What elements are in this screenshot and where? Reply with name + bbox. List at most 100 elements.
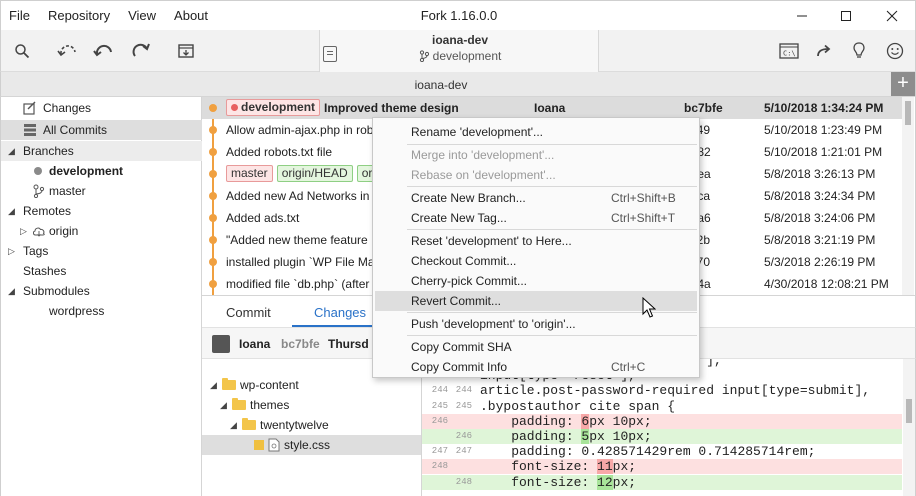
sidebar-section-tags[interactable]: ▷ Tags	[1, 241, 202, 261]
search-button[interactable]	[9, 38, 35, 64]
menu-item-create-branch[interactable]: Create New Branch... Ctrl+Shift+B	[375, 188, 697, 208]
commit-message: master origin/HEAD or	[226, 163, 381, 185]
close-button[interactable]	[869, 1, 915, 31]
sidebar-item-submodule-wordpress[interactable]: wordpress	[1, 301, 202, 321]
folder-icon	[232, 398, 246, 410]
push-button[interactable]	[127, 38, 153, 64]
menu-item-create-tag[interactable]: Create New Tag... Ctrl+Shift+T	[375, 208, 697, 228]
sidebar-item-changes[interactable]: Changes	[1, 98, 202, 118]
sidebar: Changes All Commits ◢ Branches developme…	[0, 97, 202, 496]
pull-button[interactable]	[91, 38, 117, 64]
menu-item-reset[interactable]: Reset 'development' to Here...	[375, 231, 697, 251]
repository-selector[interactable]: ioana-dev development	[319, 30, 599, 72]
tree-label: themes	[250, 398, 290, 412]
commit-message-text: "Added new theme feature	[226, 233, 368, 247]
sidebar-label-development: development	[49, 164, 124, 178]
branch-icon	[33, 184, 45, 198]
sidebar-label-branches: Branches	[23, 144, 74, 158]
commit-message-text: Allow admin-ajax.php in rob	[226, 123, 374, 137]
sidebar-section-branches[interactable]: ◢ Branches	[1, 141, 202, 161]
push-icon	[132, 43, 150, 57]
sidebar-item-remote-origin[interactable]: ▷ origin	[1, 221, 202, 241]
commit-context-menu: Rename 'development'... Merge into 'deve…	[372, 117, 700, 378]
avatar	[212, 335, 230, 353]
commit-sha: bc7bfe	[684, 101, 723, 115]
current-branch-dot-icon	[231, 104, 238, 111]
tree-label: twentytwelve	[260, 418, 329, 432]
diff-code-part: px 10px;	[589, 413, 652, 429]
tree-folder-twentytwelve[interactable]: ◢ twentytwelve	[202, 415, 422, 435]
stash-button[interactable]	[173, 38, 199, 64]
terminal-button[interactable]: C:\	[776, 38, 802, 64]
commit-message: Added robots.txt file	[226, 141, 332, 163]
menu-item-cherry-pick[interactable]: Cherry-pick Commit...	[375, 271, 697, 291]
branch-tag[interactable]: development	[226, 99, 321, 116]
title-bar: File Repository View About Fork 1.16.0.0	[0, 0, 916, 30]
diff-scrollbar[interactable]	[903, 359, 915, 496]
tree-file-style-css[interactable]: style.css	[202, 435, 421, 455]
commit-date: 5/3/2018 2:26:19 PM	[764, 255, 876, 269]
commit-date: Thursd	[328, 337, 369, 351]
commit-sha[interactable]: bc7bfe	[281, 337, 320, 351]
diff-code: padding: 0.428571429rem 0.714285714rem;	[480, 444, 816, 460]
tab-changes[interactable]: Changes	[314, 305, 366, 320]
open-in-button[interactable]	[811, 38, 837, 64]
collapse-triangle-icon: ◢	[220, 400, 227, 410]
sidebar-section-submodules[interactable]: ◢ Submodules	[1, 281, 202, 301]
commit-row[interactable]: development Improved theme design Ioana bc7…	[202, 97, 902, 119]
notifications-button[interactable]	[846, 38, 872, 64]
commit-list-scrollbar[interactable]	[902, 97, 914, 295]
minimize-button[interactable]	[779, 1, 825, 31]
scrollbar-thumb[interactable]	[906, 399, 912, 423]
collapse-triangle-icon: ◢	[8, 206, 15, 216]
old-line-number: 248	[431, 461, 448, 472]
tree-folder-themes[interactable]: ◢ themes	[202, 395, 422, 415]
maximize-button[interactable]	[823, 1, 869, 31]
branch-tag[interactable]: origin/HEAD	[276, 165, 353, 182]
diff-highlight: 11	[597, 459, 613, 475]
menu-item-checkout[interactable]: Checkout Commit...	[375, 251, 697, 271]
sidebar-section-stashes[interactable]: Stashes	[1, 261, 202, 281]
branch-tag-label: development	[241, 100, 316, 114]
tree-folder-wp-content[interactable]: ◢ wp-content	[202, 375, 422, 395]
diff-line: 248 font-size: 11px;	[422, 459, 902, 475]
add-tab-button[interactable]: +	[891, 72, 915, 96]
diff-line: 244 244 article.post-password-required inp…	[422, 383, 902, 398]
menu-label: Create New Tag...	[411, 211, 507, 225]
commit-graph-dot	[209, 214, 217, 222]
sidebar-section-remotes[interactable]: ◢ Remotes	[1, 201, 202, 221]
menu-shortcut: Ctrl+Shift+T	[611, 211, 676, 225]
new-line-number: 247	[455, 446, 472, 457]
sidebar-item-branch-development[interactable]: development	[1, 161, 202, 181]
feedback-button[interactable]	[882, 38, 908, 64]
new-line-number: 248	[455, 476, 472, 487]
branch-tag[interactable]: master	[226, 165, 273, 182]
commit-message-text: Improved theme design	[324, 101, 459, 115]
commit-message: installed plugin `WP File Ma	[226, 251, 375, 273]
sidebar-item-all-commits[interactable]: All Commits	[1, 120, 202, 140]
sidebar-item-branch-master[interactable]: master	[1, 181, 202, 201]
expand-triangle-icon: ▷	[8, 246, 15, 256]
menu-label: Cherry-pick Commit...	[411, 274, 528, 288]
maximize-icon	[841, 11, 851, 21]
search-icon	[15, 44, 30, 59]
old-line-number: 246	[431, 415, 448, 426]
menu-item-copy-sha[interactable]: Copy Commit SHA	[375, 337, 697, 357]
sidebar-label-submodules: Submodules	[23, 284, 90, 298]
tab-commit[interactable]: Commit	[226, 305, 271, 320]
diff-line: 246 padding: 5px 10px;	[422, 429, 902, 444]
commit-message: Added new Ad Networks in	[226, 185, 369, 207]
diff-code-part: padding:	[480, 429, 582, 444]
commit-message-text: Added robots.txt file	[226, 145, 333, 159]
fetch-button[interactable]	[55, 38, 81, 64]
scrollbar-thumb[interactable]	[905, 101, 911, 125]
repository-tab-strip: ioana-dev +	[0, 72, 916, 97]
current-branch-label: development	[432, 49, 502, 63]
tab-ioana-dev[interactable]: ioana-dev	[1, 78, 881, 92]
folder-icon	[222, 378, 236, 390]
menu-item-rename[interactable]: Rename 'development'...	[375, 122, 697, 142]
commit-date: 5/10/2018 1:21:01 PM	[764, 145, 883, 159]
changed-files-tree: ◢ wp-content ◢ themes ◢ twentytwelve sty…	[202, 359, 422, 496]
menu-item-copy-info[interactable]: Copy Commit Info Ctrl+C	[375, 357, 697, 377]
commit-message-text: modified file `db.php` (after	[226, 277, 370, 291]
